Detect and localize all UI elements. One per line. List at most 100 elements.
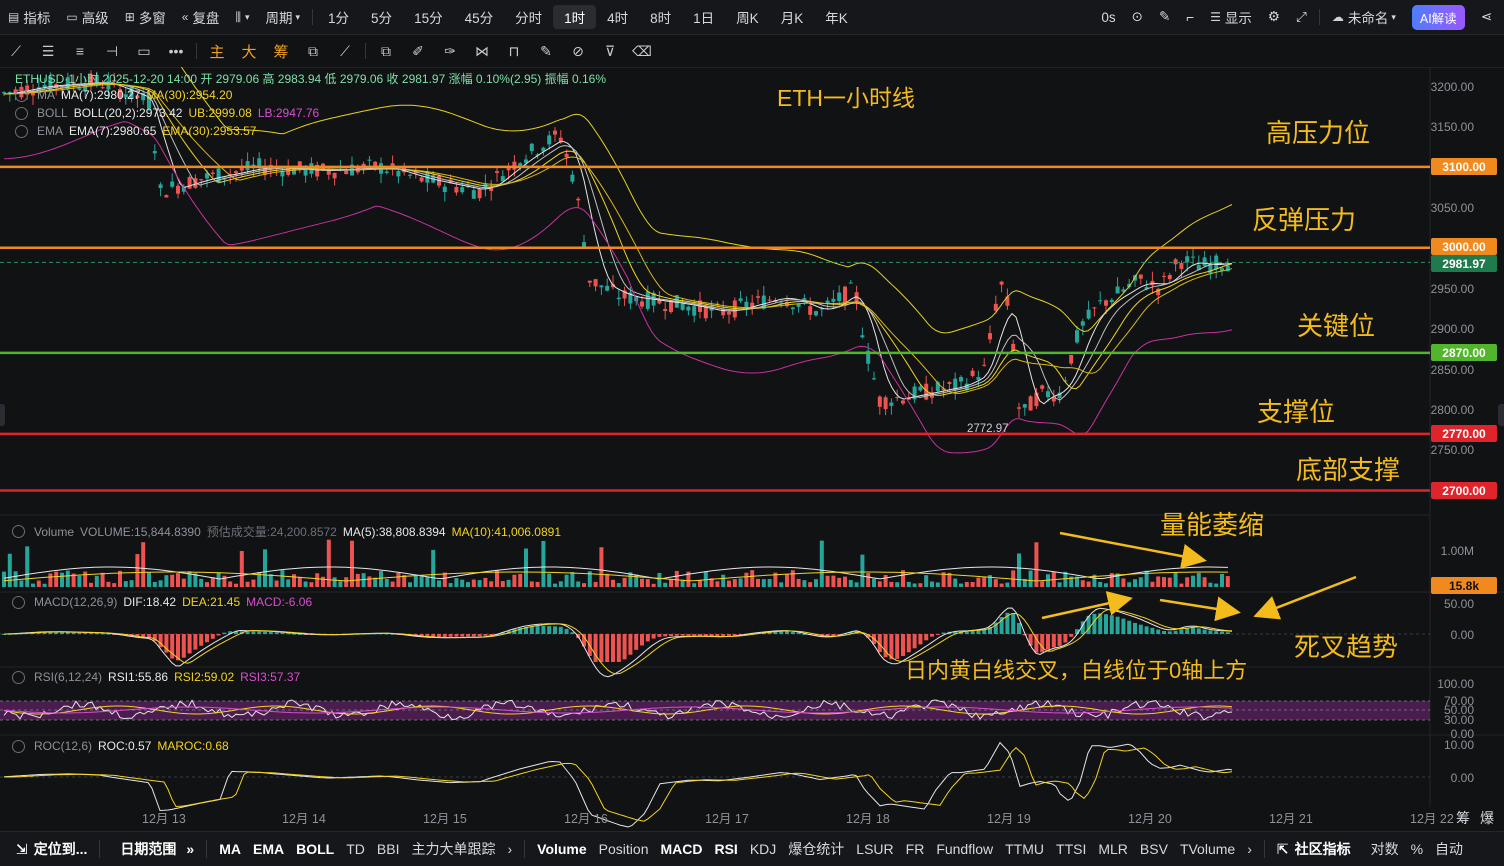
price-axis-label: 3050.00 (1430, 201, 1474, 215)
volume-bar (379, 571, 383, 587)
pattern-icon[interactable]: ⋈ (466, 35, 498, 67)
crop-icon[interactable]: ⌐ (1178, 0, 1202, 34)
volume-bar (570, 572, 575, 587)
community-indicators-button[interactable]: ⇱ 社区指标 (1271, 839, 1357, 859)
right-collapse-handle[interactable] (1498, 404, 1504, 426)
parallel-tool-icon[interactable]: ≡ (64, 35, 96, 67)
indicator-liquidation[interactable]: 爆仓统计 (782, 839, 850, 859)
filter-icon[interactable]: ⊽ (594, 35, 626, 67)
line-tool-icon[interactable]: ⟋ (0, 35, 32, 67)
indicator-position[interactable]: Position (593, 841, 655, 857)
indicator-main-force[interactable]: 主力大单跟踪 (405, 839, 501, 859)
edit-icon[interactable]: ✎ (530, 35, 562, 67)
magnet-icon[interactable]: ⧉ (297, 35, 329, 67)
more-tools-icon[interactable]: ••• (160, 35, 192, 67)
volume-bar (854, 582, 859, 587)
macd-histogram-bar (622, 634, 627, 660)
pencil-icon[interactable]: ✎ (1151, 0, 1178, 34)
indicator-ttmu[interactable]: TTMU (999, 841, 1050, 857)
settings-icon[interactable]: ⚙ (1260, 0, 1288, 34)
candle-body (477, 188, 482, 199)
indicator-fundflow[interactable]: Fundflow (930, 841, 999, 857)
indicator-volume[interactable]: Volume (531, 841, 593, 857)
period-45m[interactable]: 45分 (454, 0, 505, 34)
measure-icon[interactable]: ⟋ (329, 35, 361, 67)
indicator-ema[interactable]: EMA (247, 841, 290, 857)
highlighter-icon[interactable]: ✑ (434, 35, 466, 67)
fullscreen-icon[interactable]: ⤢ (1288, 0, 1315, 34)
period-timeshare[interactable]: 分时 (504, 0, 553, 34)
period-1h[interactable]: 1时 (553, 5, 597, 29)
period-8h[interactable]: 8时 (639, 0, 682, 34)
eye-icon[interactable] (15, 106, 28, 120)
indicator-mlr[interactable]: MLR (1092, 841, 1134, 857)
copy-icon[interactable]: ⧉ (370, 35, 402, 67)
indicator-ttsi[interactable]: TTSI (1050, 841, 1092, 857)
brush-icon[interactable]: ✐ (402, 35, 434, 67)
liquidation-corner-button[interactable]: 爆 (1480, 808, 1494, 828)
chevron-right-icon[interactable]: › (1241, 841, 1258, 857)
period-1d[interactable]: 1日 (682, 0, 725, 34)
indicator-button[interactable]: ▤ 指标 (0, 0, 58, 34)
indicator-kdj[interactable]: KDJ (744, 841, 782, 857)
ray-tool-icon[interactable]: ⊣ (96, 35, 128, 67)
period-1w[interactable]: 周K (725, 0, 770, 34)
indicator-bsv[interactable]: BSV (1134, 841, 1174, 857)
main-force-tool[interactable]: 主 (201, 35, 233, 67)
divider (196, 43, 197, 59)
chart-type-button[interactable]: ⫼ ▾ (227, 0, 257, 34)
chips-tool[interactable]: 筹 (265, 35, 297, 67)
period-1mo[interactable]: 月K (770, 0, 815, 34)
macd-histogram-bar (1179, 629, 1184, 634)
multi-window-button[interactable]: ⊞ 多窗 (117, 0, 174, 34)
period-dropdown[interactable]: 周期 ▾ (258, 0, 309, 34)
lock-icon[interactable]: ⊓ (498, 35, 530, 67)
macd-histogram-bar (216, 634, 221, 636)
eye-icon[interactable] (15, 88, 28, 102)
auto-scale-toggle[interactable]: 自动 (1429, 839, 1469, 859)
stamp-icon[interactable]: ⊘ (562, 35, 594, 67)
period-1y[interactable]: 年K (814, 0, 859, 34)
indicator-bbi[interactable]: BBI (371, 841, 406, 857)
period-1m[interactable]: 1分 (317, 0, 360, 34)
refresh-interval[interactable]: 0s (1093, 0, 1123, 34)
display-button[interactable]: ☰ 显示 (1202, 0, 1260, 34)
indicator-tvolume[interactable]: TVolume (1174, 841, 1241, 857)
indicator-ma[interactable]: MA (213, 841, 247, 857)
share-icon[interactable]: ⋖ (1473, 0, 1504, 34)
chevron-right-icon[interactable]: › (501, 841, 518, 857)
rect-tool-icon[interactable]: ▭ (128, 35, 160, 67)
camera-icon[interactable]: ⊙ (1124, 0, 1151, 34)
volume-bar (239, 550, 244, 587)
collapse-icon[interactable] (12, 739, 25, 753)
indicator-td[interactable]: TD (340, 841, 371, 857)
left-collapse-handle[interactable] (0, 404, 5, 426)
macd-histogram-bar (448, 634, 453, 637)
eye-icon[interactable] (15, 124, 28, 138)
locate-button[interactable]: ⇲ 定位到... (0, 839, 93, 859)
chart-canvas[interactable] (0, 67, 1504, 831)
indicator-boll[interactable]: BOLL (290, 841, 340, 857)
indicator-macd[interactable]: MACD (654, 841, 708, 857)
indicator-rsi[interactable]: RSI (708, 841, 743, 857)
advanced-button[interactable]: ▭ 高级 (58, 0, 116, 34)
period-4h[interactable]: 4时 (596, 0, 639, 34)
user-dropdown[interactable]: ☁ 未命名 ▾ (1324, 0, 1404, 34)
collapse-icon[interactable] (12, 595, 25, 609)
trash-icon[interactable]: ⌫ (626, 35, 658, 67)
replay-button[interactable]: «复盘 (174, 0, 228, 34)
period-15m[interactable]: 15分 (403, 0, 454, 34)
collapse-icon[interactable] (12, 525, 25, 538)
period-5m[interactable]: 5分 (360, 0, 403, 34)
collapse-icon[interactable] (12, 670, 25, 684)
indicator-fr[interactable]: FR (900, 841, 931, 857)
date-range-button[interactable]: 日期范围» (106, 839, 200, 859)
indicator-lsur[interactable]: LSUR (850, 841, 899, 857)
ai-interpret-button[interactable]: AI解读 (1411, 4, 1465, 30)
volume-bar (883, 574, 888, 587)
log-scale-toggle[interactable]: 对数 (1365, 839, 1405, 859)
hline-tool-icon[interactable]: ☰ (32, 35, 64, 67)
percent-toggle[interactable]: % (1405, 841, 1429, 857)
chips-corner-button[interactable]: 筹 (1456, 808, 1470, 828)
big-order-tool[interactable]: 大 (233, 35, 265, 67)
